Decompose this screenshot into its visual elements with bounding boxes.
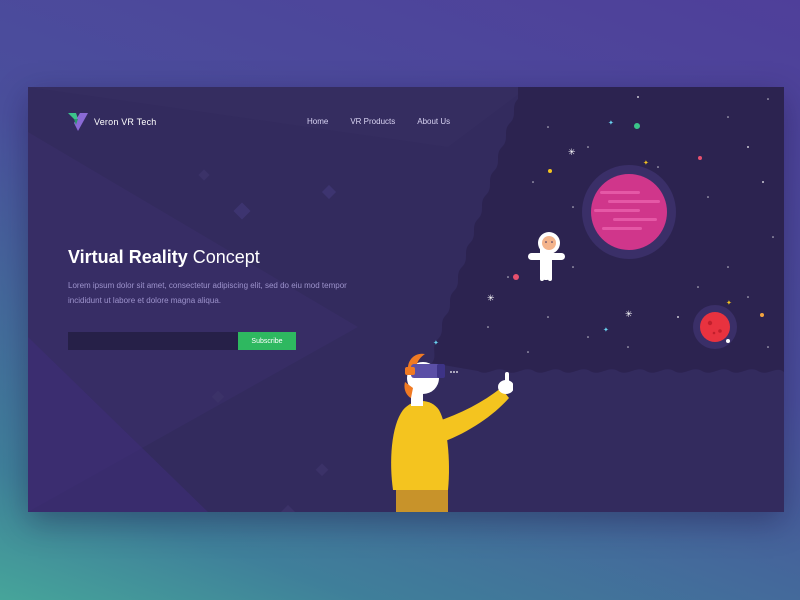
hero-title: Virtual Reality Concept bbox=[68, 247, 260, 268]
landing-card: ✳ ✳ ✳ ✦ ✦ ✦ ✦ ✦ Veron VR Tech Home VR Pr… bbox=[28, 87, 784, 512]
person-legs bbox=[396, 488, 448, 512]
top-navigation: Veron VR Tech Home VR Products About Us bbox=[28, 87, 784, 157]
red-planet bbox=[693, 305, 737, 349]
svg-text:✦: ✦ bbox=[643, 159, 649, 167]
hero-title-light: Concept bbox=[192, 247, 260, 267]
hero-title-bold: Virtual Reality bbox=[68, 247, 188, 267]
nav-link-home[interactable]: Home bbox=[307, 117, 328, 126]
v-logo-icon bbox=[68, 113, 88, 131]
svg-text:✳: ✳ bbox=[625, 310, 633, 320]
person-hand bbox=[498, 372, 513, 394]
pink-planet bbox=[582, 165, 676, 259]
nav-link-vr-products[interactable]: VR Products bbox=[350, 117, 395, 126]
svg-text:✦: ✦ bbox=[726, 299, 732, 307]
svg-text:✳: ✳ bbox=[487, 294, 495, 304]
hero-description: Lorem ipsum dolor sit amet, consectetur … bbox=[68, 281, 347, 305]
subscribe-button[interactable]: Subscribe bbox=[238, 332, 296, 350]
email-input[interactable] bbox=[68, 332, 238, 350]
person-torso bbox=[391, 401, 449, 490]
vr-headset bbox=[405, 364, 458, 378]
svg-text:✦: ✦ bbox=[603, 326, 609, 334]
brand-logo[interactable]: Veron VR Tech bbox=[68, 113, 156, 131]
nav-link-about-us[interactable]: About Us bbox=[417, 117, 450, 126]
subscribe-form: Subscribe bbox=[68, 332, 296, 350]
brand-name: Veron VR Tech bbox=[94, 117, 157, 127]
vr-user-illustration bbox=[391, 353, 513, 512]
main-menu: Home VR Products About Us bbox=[307, 117, 472, 126]
